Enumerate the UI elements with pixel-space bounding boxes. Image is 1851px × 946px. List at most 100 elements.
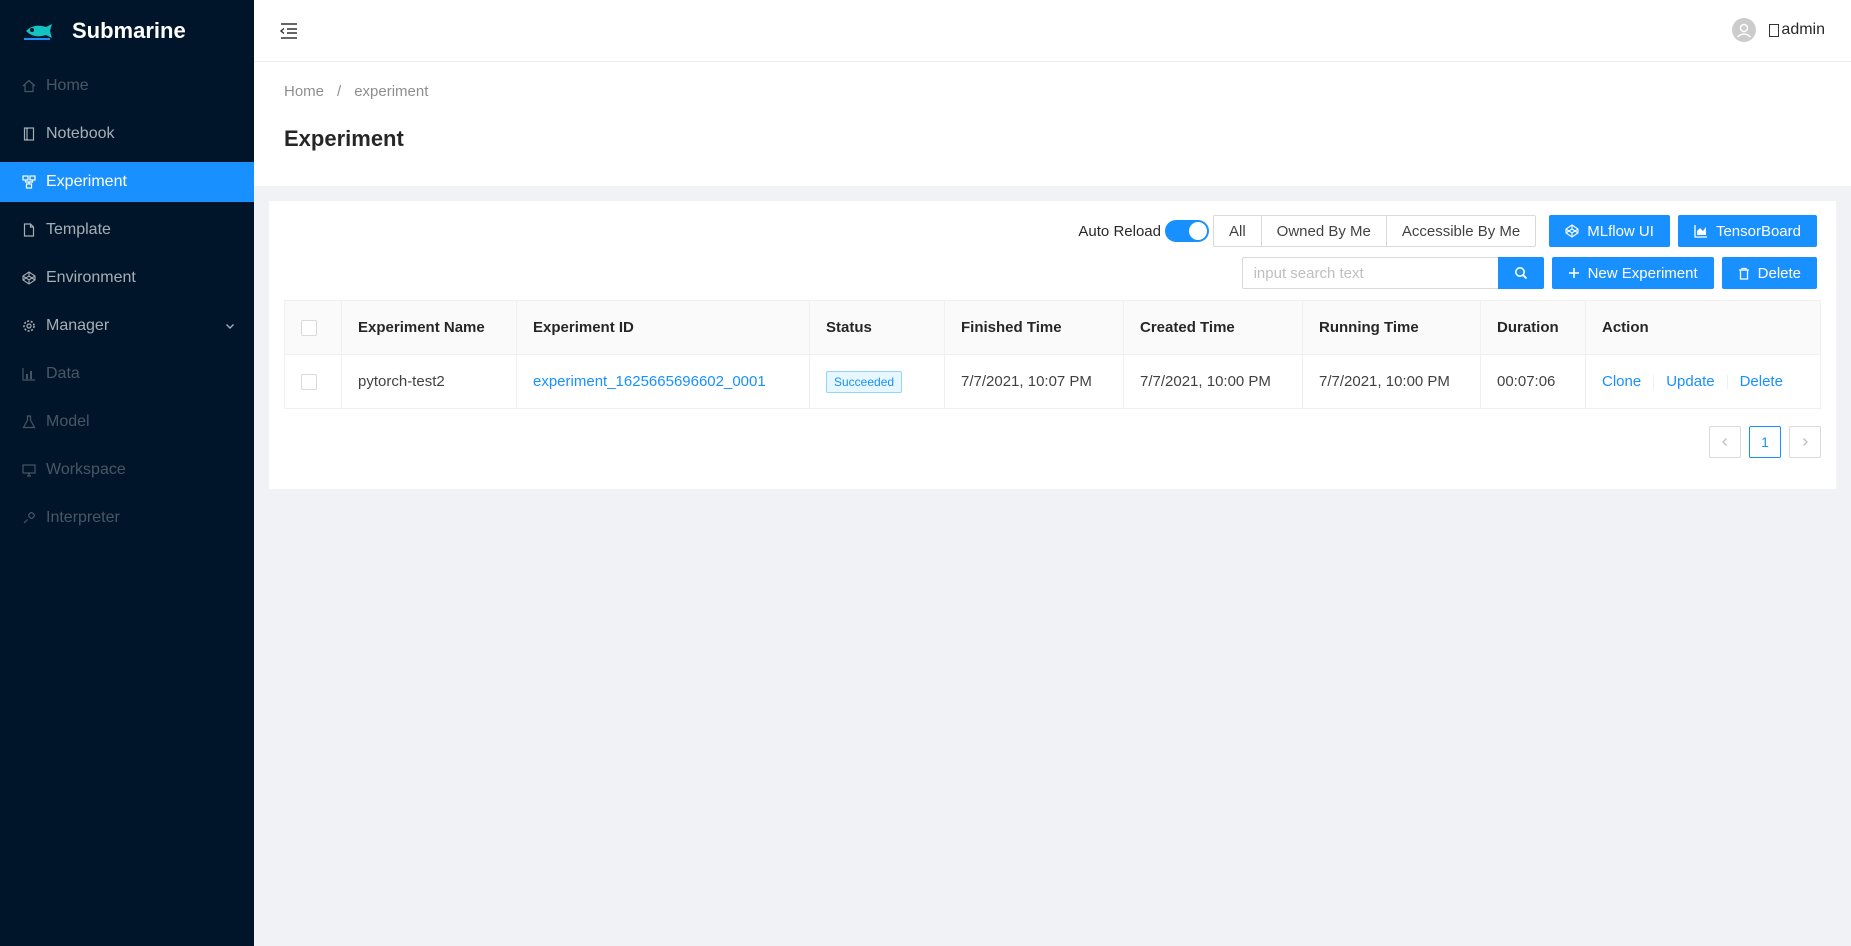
- tensorboard-button[interactable]: TensorBoard: [1677, 215, 1817, 247]
- duration-cell: 00:07:06: [1480, 354, 1586, 409]
- experiment-table: Experiment Name Experiment ID Status Fin…: [284, 300, 1821, 409]
- experiment-name-cell: pytorch-test2: [341, 354, 517, 409]
- filter-accessible-by-me[interactable]: Accessible By Me: [1385, 215, 1537, 247]
- page-header: Home / experiment Experiment: [254, 62, 1851, 186]
- codepen-icon: [1565, 224, 1579, 238]
- new-experiment-label: New Experiment: [1587, 264, 1698, 282]
- breadcrumb-separator: /: [337, 83, 342, 100]
- avatar[interactable]: [1732, 18, 1757, 42]
- sidebar-item-template[interactable]: Template: [0, 210, 254, 250]
- sidebar-item-environment[interactable]: Environment: [0, 258, 254, 298]
- breadcrumb-current: experiment: [354, 83, 429, 100]
- tensorboard-label: TensorBoard: [1715, 222, 1801, 240]
- sidebar-item-label: Environment: [46, 269, 136, 286]
- search-box: [1241, 257, 1544, 289]
- desktop-icon: [22, 463, 36, 477]
- sidebar-item-label: Experiment: [46, 173, 127, 190]
- sidebar-item-label: Interpreter: [46, 509, 120, 526]
- column-header-experiment-id[interactable]: Experiment ID: [516, 300, 810, 355]
- column-header-running-time[interactable]: Running Time: [1302, 300, 1481, 355]
- experiment-id-link[interactable]: experiment_1625665696602_0001: [533, 373, 766, 390]
- action-divider: [1726, 375, 1728, 390]
- codepen-icon: [22, 271, 36, 285]
- filter-owned-by-me[interactable]: Owned By Me: [1260, 215, 1387, 247]
- sidebar-item-model[interactable]: Model: [0, 402, 254, 442]
- app-name: Submarine: [72, 18, 186, 43]
- toolbar-bottom: New Experiment Delete: [1241, 257, 1817, 289]
- sidebar-item-experiment[interactable]: Experiment: [0, 162, 254, 202]
- finished-time-cell: 7/7/2021, 10:07 PM: [944, 354, 1124, 409]
- created-time-cell: 7/7/2021, 10:00 PM: [1123, 354, 1303, 409]
- sidebar: Submarine Home Notebook Experiment Templ…: [0, 0, 254, 946]
- auto-reload-switch[interactable]: [1164, 220, 1209, 242]
- breadcrumb: Home / experiment: [284, 83, 428, 100]
- sidebar-item-manager[interactable]: Manager: [0, 306, 254, 346]
- filter-all[interactable]: All: [1212, 215, 1262, 247]
- area-chart-icon: [1694, 225, 1707, 238]
- top-header: admin: [254, 0, 1851, 62]
- switch-knob: [1188, 222, 1207, 240]
- search-input[interactable]: [1241, 257, 1498, 289]
- sidebar-item-workspace[interactable]: Workspace: [0, 450, 254, 490]
- prev-page-button[interactable]: [1709, 426, 1741, 458]
- sidebar-item-label: Model: [46, 413, 90, 430]
- home-icon: [22, 79, 36, 93]
- update-action[interactable]: Update: [1666, 373, 1714, 390]
- column-header-experiment-name[interactable]: Experiment Name: [341, 300, 517, 355]
- chevron-left-icon: [1722, 438, 1727, 446]
- logo-area[interactable]: Submarine: [0, 0, 254, 62]
- sidebar-item-label: Home: [46, 77, 89, 94]
- toolbar-top: Auto Reload All Owned By Me Accessible B…: [1078, 215, 1817, 247]
- submarine-logo-icon: [24, 24, 52, 40]
- sidebar-item-home[interactable]: Home: [0, 66, 254, 106]
- sidebar-item-label: Template: [46, 221, 111, 238]
- search-icon: [1514, 267, 1527, 280]
- table-header-row: Experiment Name Experiment ID Status Fin…: [284, 300, 1821, 355]
- api-icon: [22, 511, 36, 525]
- chevron-down-icon: [224, 319, 236, 337]
- delete-label: Delete: [1757, 264, 1801, 282]
- flask-icon: [22, 415, 36, 429]
- sidebar-item-label: Notebook: [46, 125, 115, 142]
- page-number-button[interactable]: 1: [1749, 426, 1781, 458]
- experiment-id-cell: experiment_1625665696602_0001: [516, 354, 810, 409]
- sidebar-menu: Home Notebook Experiment Template Enviro…: [0, 66, 254, 538]
- plus-icon: [1568, 268, 1579, 278]
- next-page-button[interactable]: [1789, 426, 1821, 458]
- delete-button[interactable]: Delete: [1721, 257, 1817, 289]
- book-icon: [22, 127, 36, 141]
- status-cell: Succeeded: [809, 354, 945, 409]
- user-name: admin: [1781, 21, 1825, 38]
- sidebar-item-notebook[interactable]: Notebook: [0, 114, 254, 154]
- status-badge: Succeeded: [826, 370, 903, 393]
- select-all-checkbox[interactable]: [301, 320, 317, 337]
- clone-action[interactable]: Clone: [1602, 373, 1641, 390]
- mlflow-ui-button[interactable]: MLflow UI: [1549, 215, 1670, 247]
- sidebar-item-label: Data: [46, 365, 80, 382]
- sidebar-item-label: Manager: [46, 317, 110, 334]
- experiment-card: Auto Reload All Owned By Me Accessible B…: [269, 201, 1836, 489]
- sidebar-item-data[interactable]: Data: [0, 354, 254, 394]
- column-header-finished-time[interactable]: Finished Time: [944, 300, 1124, 355]
- delete-action[interactable]: Delete: [1740, 373, 1783, 390]
- search-button[interactable]: [1497, 257, 1544, 289]
- column-header-status[interactable]: Status: [809, 300, 945, 355]
- row-checkbox[interactable]: [301, 374, 317, 391]
- mlflow-ui-label: MLflow UI: [1587, 222, 1654, 240]
- sidebar-item-label: Workspace: [46, 461, 126, 478]
- column-header-created-time[interactable]: Created Time: [1123, 300, 1303, 355]
- action-cell: Clone Update Delete: [1585, 354, 1821, 409]
- file-icon: [22, 223, 36, 237]
- user-menu[interactable]: admin: [1732, 18, 1825, 42]
- experiment-icon: [22, 175, 36, 189]
- sidebar-item-interpreter[interactable]: Interpreter: [0, 498, 254, 538]
- new-experiment-button[interactable]: New Experiment: [1551, 257, 1714, 289]
- menu-fold-icon[interactable]: [278, 20, 300, 42]
- user-icon: [1737, 23, 1752, 38]
- row-select-cell: [284, 354, 342, 409]
- breadcrumb-home[interactable]: Home: [284, 83, 324, 100]
- page-title: Experiment: [284, 126, 404, 151]
- column-header-duration[interactable]: Duration: [1480, 300, 1586, 355]
- ownership-filter: All Owned By Me Accessible By Me: [1212, 215, 1537, 247]
- action-divider: [1653, 375, 1655, 390]
